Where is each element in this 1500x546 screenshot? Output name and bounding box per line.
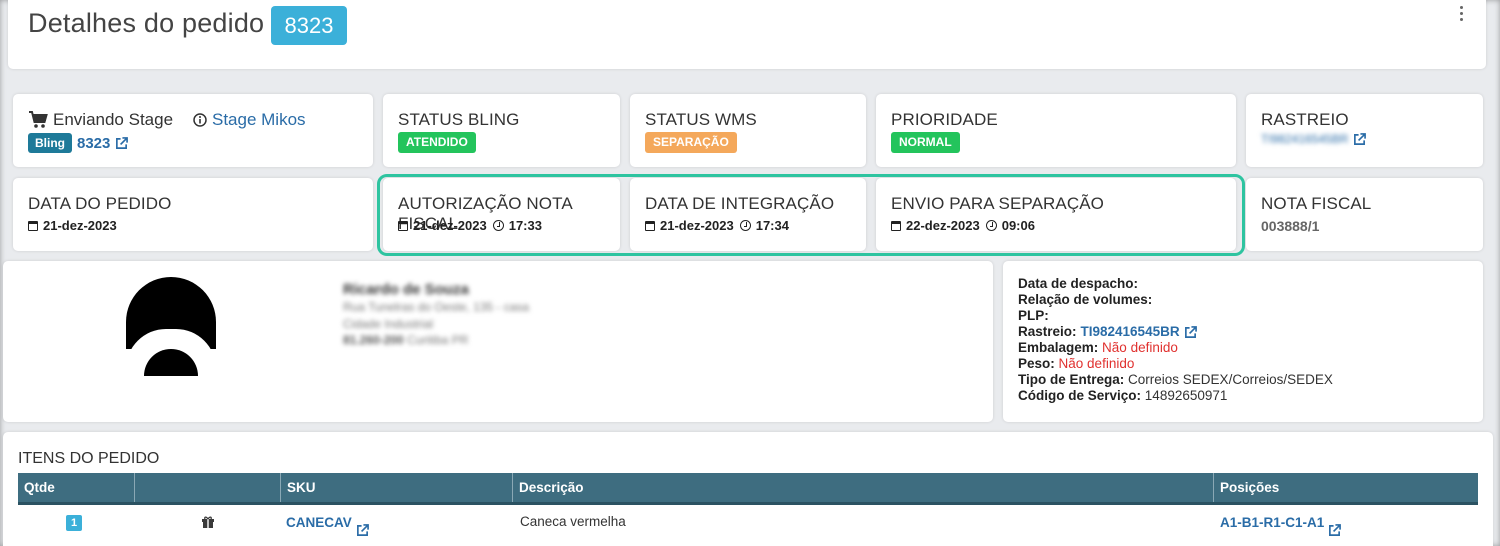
external-link-icon[interactable] bbox=[1184, 325, 1197, 339]
external-link-icon[interactable] bbox=[356, 517, 369, 536]
envio-card: ENVIO PARA SEPARAÇÃO 22-dez-2023 09:06 bbox=[876, 178, 1236, 251]
customer-city-line: 81.260-200 Curitiba PR bbox=[343, 333, 469, 347]
status-bling-card: STATUS BLING ATENDIDO bbox=[383, 94, 620, 167]
stage-info-link[interactable]: Stage Mikos bbox=[193, 110, 306, 130]
order-number-badge: 8323 bbox=[271, 6, 347, 45]
prioridade-card: PRIORIDADE NORMAL bbox=[876, 94, 1236, 167]
gift-icon bbox=[202, 516, 214, 529]
sku-link[interactable]: CANECAV bbox=[286, 507, 352, 539]
calendar-icon bbox=[398, 220, 408, 231]
envio-time: 09:06 bbox=[1001, 218, 1035, 233]
data-pedido-label: DATA DO PEDIDO bbox=[28, 194, 172, 213]
rastreio-row-link[interactable]: TI982416545BR bbox=[1081, 324, 1180, 340]
col-qtde[interactable]: Qtde bbox=[18, 473, 135, 502]
status-wms-badge: SEPARAÇÃO bbox=[645, 132, 737, 153]
rastreio-label: RASTREIO bbox=[1261, 110, 1349, 129]
calendar-icon bbox=[28, 220, 38, 231]
table-row: 1 CANECAV Caneca vermelha A1-B1-R1-C1-A1 bbox=[18, 506, 1478, 540]
stage-label: Enviando Stage bbox=[53, 110, 174, 129]
items-table-header: Qtde SKU Descrição Posições bbox=[18, 473, 1478, 505]
calendar-icon bbox=[645, 220, 655, 231]
volumes-label: Relação de volumes: bbox=[1018, 292, 1153, 307]
prioridade-badge: NORMAL bbox=[891, 132, 960, 153]
integracao-label: DATA DE INTEGRAÇÃO bbox=[645, 194, 835, 213]
external-link-icon[interactable] bbox=[1328, 517, 1342, 536]
envio-label: ENVIO PARA SEPARAÇÃO bbox=[891, 194, 1104, 213]
page-header: Detalhes do pedido 8323 bbox=[8, 0, 1486, 69]
col-gift bbox=[135, 473, 281, 502]
clock-icon bbox=[739, 220, 751, 231]
clock-icon bbox=[985, 220, 997, 231]
embalagem-label: Embalagem: bbox=[1018, 340, 1099, 355]
calendar-icon bbox=[891, 220, 901, 231]
customer-district: Cidade Industrial bbox=[343, 317, 434, 331]
customer-name: Ricardo de Souza bbox=[343, 281, 469, 298]
col-posicoes[interactable]: Posições bbox=[1214, 473, 1478, 502]
clock-icon bbox=[492, 220, 504, 231]
autorizacao-date: 21-dez-2023 bbox=[413, 218, 487, 233]
item-description: Caneca vermelha bbox=[520, 514, 626, 529]
integracao-date: 21-dez-2023 bbox=[660, 218, 734, 233]
tipo-entrega-label: Tipo de Entrega: bbox=[1018, 372, 1125, 387]
status-bling-label: STATUS BLING bbox=[398, 110, 520, 129]
col-descricao[interactable]: Descrição bbox=[513, 473, 1214, 502]
rastreio-card: RASTREIO TI982416545BR bbox=[1246, 94, 1483, 167]
nota-fiscal-card: NOTA FISCAL 003888/1 bbox=[1246, 178, 1483, 251]
stage-card: Enviando Stage Stage Mikos Bling 8323 bbox=[13, 94, 373, 167]
info-icon bbox=[193, 113, 207, 127]
plp-label: PLP: bbox=[1018, 308, 1049, 323]
more-options-icon[interactable] bbox=[1460, 6, 1464, 21]
data-pedido-card: DATA DO PEDIDO 21-dez-2023 bbox=[13, 178, 373, 251]
qty-badge: 1 bbox=[66, 515, 83, 531]
codigo-servico-label: Código de Serviço: bbox=[1018, 388, 1142, 403]
embalagem-value: Não definido bbox=[1102, 340, 1178, 355]
autorizacao-card: AUTORIZAÇÃO NOTA FISCAL 21-dez-2023 17:33 bbox=[383, 178, 620, 251]
peso-value: Não definido bbox=[1058, 356, 1135, 371]
autorizacao-time: 17:33 bbox=[508, 218, 542, 233]
envio-date: 22-dez-2023 bbox=[906, 218, 980, 233]
items-title: ITENS DO PEDIDO bbox=[18, 450, 160, 467]
page-title: Detalhes do pedido bbox=[28, 8, 265, 38]
integracao-card: DATA DE INTEGRAÇÃO 21-dez-2023 17:34 bbox=[630, 178, 866, 251]
nota-fiscal-label: NOTA FISCAL bbox=[1261, 194, 1372, 213]
external-link-icon[interactable] bbox=[115, 136, 129, 150]
rastreio-row-label: Rastreio: bbox=[1018, 324, 1077, 339]
cart-icon bbox=[29, 111, 48, 128]
status-bling-badge: ATENDIDO bbox=[398, 132, 476, 153]
bling-badge: Bling bbox=[28, 133, 72, 153]
col-sku[interactable]: SKU bbox=[281, 473, 513, 502]
rastreio-code[interactable]: TI982416545BR bbox=[1261, 132, 1348, 146]
external-link-icon[interactable] bbox=[1353, 132, 1367, 146]
integracao-time: 17:34 bbox=[755, 218, 789, 233]
status-wms-label: STATUS WMS bbox=[645, 110, 757, 129]
nota-fiscal-value: 003888/1 bbox=[1261, 218, 1320, 234]
positions-link[interactable]: A1-B1-R1-C1-A1 bbox=[1220, 507, 1324, 539]
customer-address: Rua Tunelras do Oeste, 135 - casa bbox=[343, 300, 530, 314]
prioridade-label: PRIORIDADE bbox=[891, 110, 998, 129]
despacho-label: Data de despacho: bbox=[1018, 276, 1139, 291]
bling-order-link[interactable]: 8323 bbox=[77, 135, 110, 152]
codigo-servico-value: 14892650971 bbox=[1144, 388, 1228, 403]
tipo-entrega-value: Correios SEDEX/Correios/SEDEX bbox=[1128, 372, 1333, 387]
shipping-details: Data de despacho: Relação de volumes: PL… bbox=[1018, 276, 1333, 404]
peso-label: Peso: bbox=[1018, 356, 1055, 371]
data-pedido-date: 21-dez-2023 bbox=[43, 218, 117, 233]
status-wms-card: STATUS WMS SEPARAÇÃO bbox=[630, 94, 866, 167]
